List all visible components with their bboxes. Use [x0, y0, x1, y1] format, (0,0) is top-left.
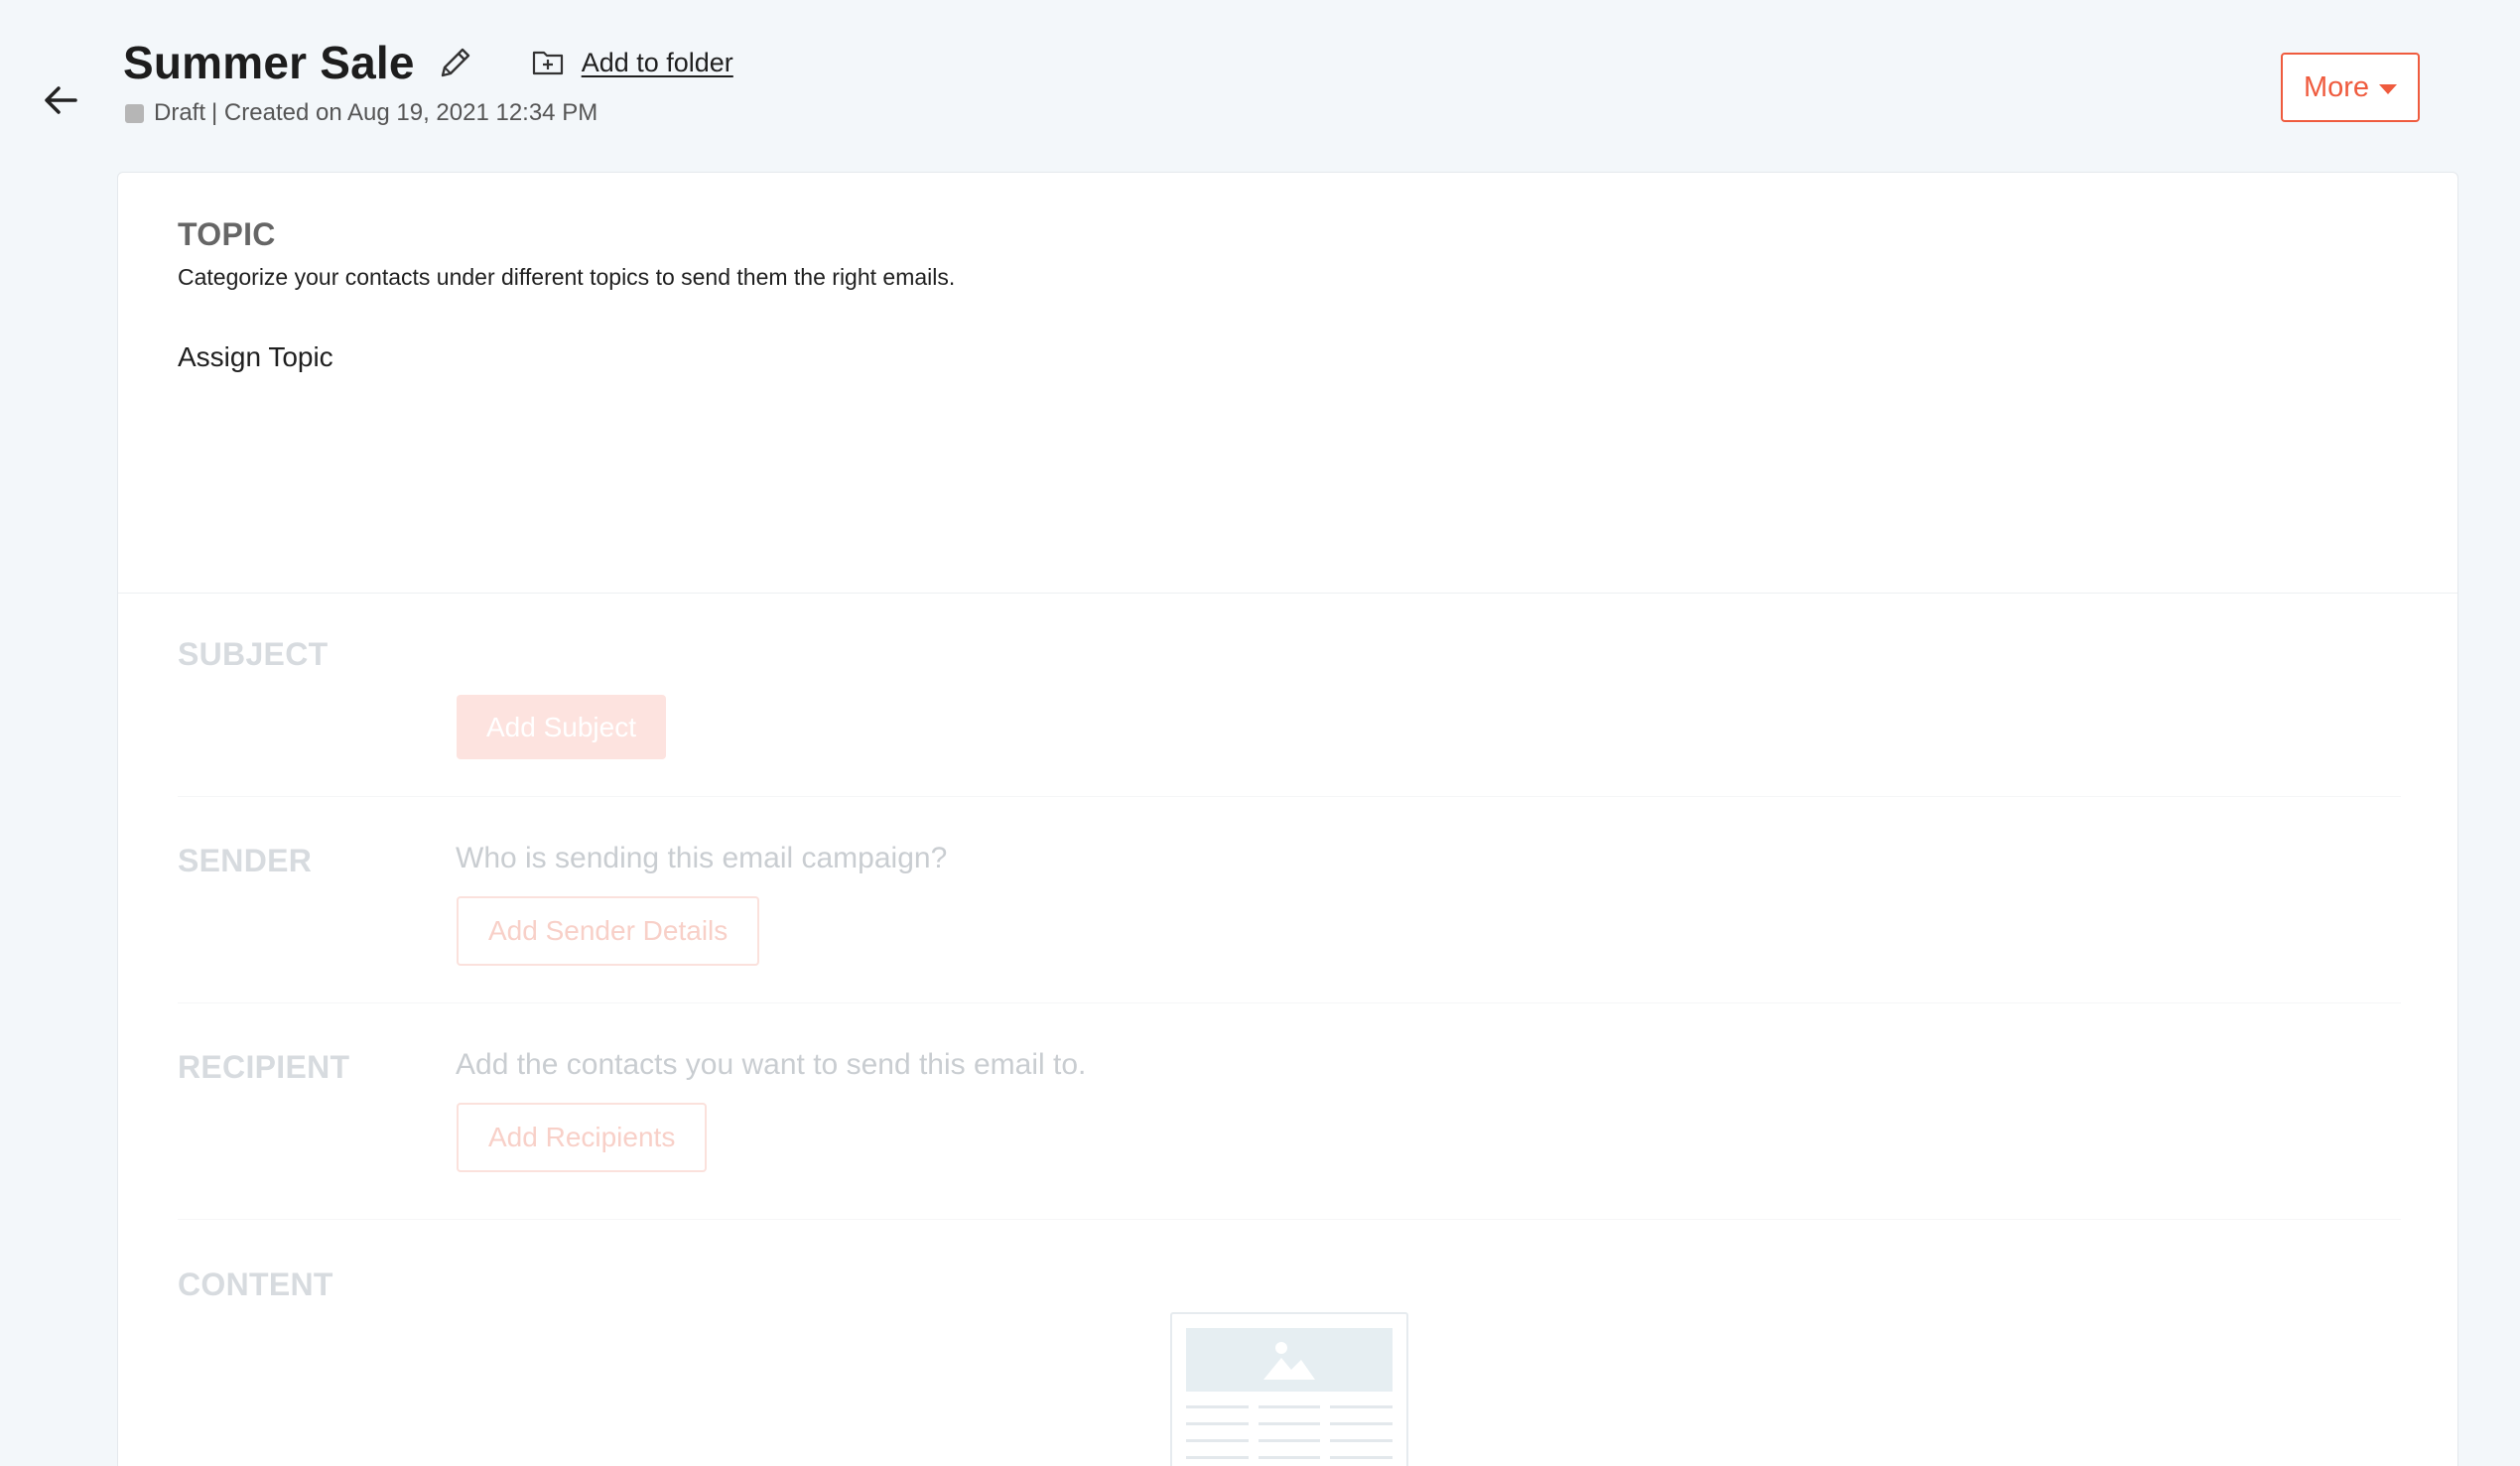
recipient-section-title: RECIPIENT	[178, 1049, 350, 1085]
section-divider	[118, 593, 2457, 594]
campaign-setup-card: TOPIC Categorize your contacts under dif…	[117, 172, 2458, 1466]
row-separator	[178, 796, 2401, 797]
topic-description: Categorize your contacts under different…	[178, 264, 956, 290]
created-date: | Created on Aug 19, 2021 12:34 PM	[211, 99, 598, 126]
back-button[interactable]	[38, 77, 83, 123]
folder-plus-icon	[532, 47, 564, 78]
add-recipients-button[interactable]: Add Recipients	[457, 1103, 708, 1172]
add-to-folder-link[interactable]: Add to folder	[532, 47, 733, 78]
draft-status-indicator	[125, 103, 144, 123]
add-to-folder-label: Add to folder	[581, 47, 733, 77]
assign-topic-field[interactable]: Assign Topic	[178, 341, 333, 373]
recipient-prompt: Add the contacts you want to send this e…	[456, 1048, 1087, 1081]
pencil-icon[interactable]	[437, 43, 476, 82]
content-template-thumbnail[interactable]	[1170, 1312, 1408, 1466]
content-section-title: CONTENT	[178, 1266, 333, 1302]
campaign-title: Summer Sale	[123, 37, 415, 88]
add-subject-button[interactable]: Add Subject	[457, 695, 666, 759]
more-label: More	[2303, 70, 2370, 103]
title-row: Summer Sale Add to folder	[123, 36, 733, 89]
sender-prompt: Who is sending this email campaign?	[456, 842, 948, 874]
row-separator	[178, 1219, 2401, 1220]
campaign-meta: Draft | Created on Aug 19, 2021 12:34 PM	[125, 99, 597, 127]
subject-section-title: SUBJECT	[178, 636, 329, 672]
image-placeholder-icon	[1186, 1328, 1393, 1392]
sender-section-title: SENDER	[178, 843, 313, 878]
add-sender-details-button[interactable]: Add Sender Details	[457, 896, 760, 966]
status-label: Draft	[154, 99, 206, 126]
topic-section-title: TOPIC	[178, 216, 276, 252]
more-dropdown-button[interactable]: More	[2281, 53, 2420, 122]
text-placeholder-lines	[1186, 1405, 1393, 1466]
row-separator	[178, 1002, 2401, 1003]
campaign-editor-page: Summer Sale Add to folder Draft | Create…	[0, 0, 2520, 1466]
arrow-left-icon	[45, 86, 77, 114]
caret-down-icon	[2379, 84, 2398, 94]
